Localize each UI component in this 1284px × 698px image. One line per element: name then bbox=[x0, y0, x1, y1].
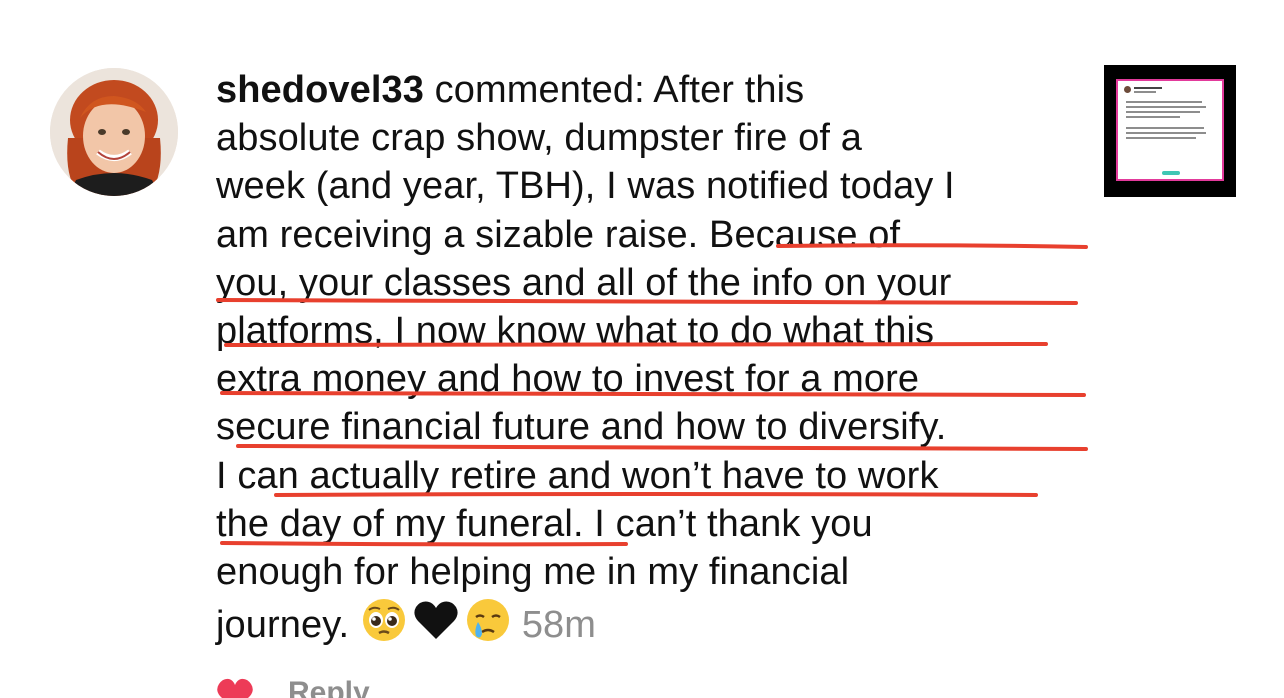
thumbnail-text-line bbox=[1134, 91, 1156, 93]
thumbnail-text-line bbox=[1126, 101, 1202, 103]
reply-button[interactable]: Reply bbox=[288, 676, 370, 698]
thumbnail-text-line bbox=[1126, 116, 1180, 118]
username-link[interactable]: shedovel33 bbox=[216, 69, 424, 111]
comment-line-text: journey. bbox=[216, 604, 360, 647]
thumbnail-text-line bbox=[1126, 106, 1206, 108]
comment-line: am receiving a sizable raise. Because of bbox=[216, 213, 901, 256]
thumbnail-text-line bbox=[1126, 137, 1196, 139]
comment-line: secure financial future and how to diver… bbox=[216, 406, 947, 449]
comment-line: week (and year, TBH), I was notified tod… bbox=[216, 165, 955, 208]
thumbnail-preview bbox=[1116, 79, 1224, 181]
comment-line: journey. 58m bbox=[216, 596, 1076, 647]
pleading-face-emoji bbox=[360, 596, 408, 644]
comment-line: extra money and how to invest for a more bbox=[216, 358, 920, 401]
comment-actions: Reply bbox=[216, 676, 516, 698]
thumbnail-text-line bbox=[1126, 127, 1204, 129]
previous-comment-fragment: ɪ ɪ bbox=[300, 0, 390, 2]
user-photo bbox=[50, 68, 178, 196]
post-thumbnail[interactable] bbox=[1104, 65, 1236, 197]
black-heart-emoji bbox=[412, 596, 460, 644]
comment-line: I can actually retire and won’t have to … bbox=[216, 454, 939, 497]
comment-line: enough for helping me in my financial bbox=[216, 550, 850, 593]
thumbnail-logo bbox=[1162, 171, 1180, 175]
comment-line-text: commented: After this bbox=[424, 69, 805, 111]
comment-line: shedovel33 commented: After this bbox=[216, 66, 1076, 114]
thumbnail-text-line bbox=[1126, 132, 1206, 134]
comment-line: you, your classes and all of the info on… bbox=[216, 261, 952, 304]
comment-line: the day of my funeral. I can’t thank you bbox=[216, 502, 873, 545]
thumbnail-avatar bbox=[1124, 86, 1131, 93]
thumbnail-text-line bbox=[1126, 111, 1200, 113]
thumbnail-text-line bbox=[1134, 87, 1162, 89]
avatar[interactable] bbox=[50, 68, 178, 196]
heart-icon[interactable] bbox=[216, 678, 254, 698]
timestamp: 58m bbox=[521, 604, 597, 647]
comment-line: absolute crap show, dumpster fire of a bbox=[216, 117, 862, 160]
comment-text: shedovel33 commented: After this absolut… bbox=[216, 66, 1076, 647]
crying-face-emoji bbox=[464, 596, 512, 644]
comment-line: platforms, I now know what to do what th… bbox=[216, 309, 935, 352]
